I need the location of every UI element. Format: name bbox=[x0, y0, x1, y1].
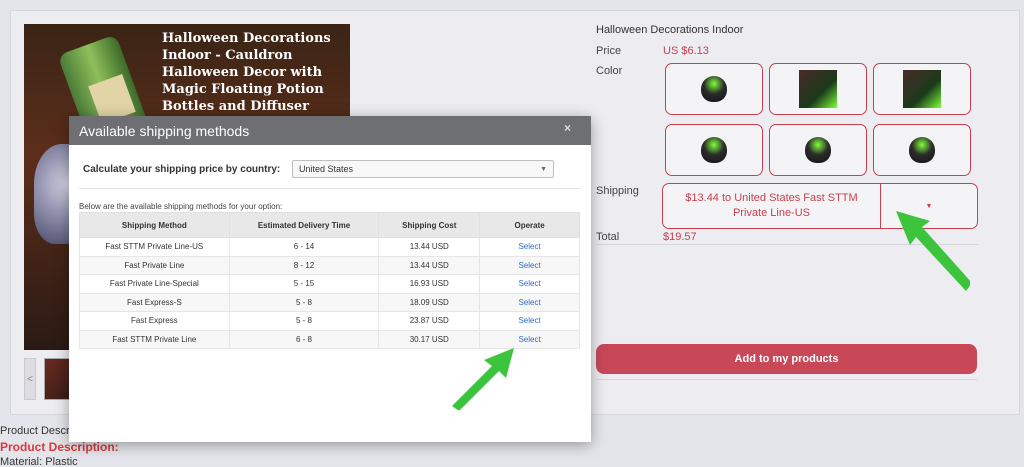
color-option-5[interactable] bbox=[769, 124, 867, 176]
annotation-arrow-icon bbox=[896, 211, 970, 291]
cost-cell: 23.87 USD bbox=[378, 311, 481, 331]
table-header-row: Shipping Method Estimated Delivery Time … bbox=[79, 212, 580, 238]
method-cell: Fast Private Line-Special bbox=[79, 274, 230, 294]
method-cell: Fast STTM Private Line bbox=[79, 329, 230, 349]
select-link[interactable]: Select bbox=[518, 316, 540, 325]
shipping-methods-table: Shipping Method Estimated Delivery Time … bbox=[79, 212, 580, 349]
cauldron-thumbnail bbox=[799, 70, 837, 108]
shipping-label: Shipping bbox=[596, 185, 639, 197]
color-option-1[interactable] bbox=[665, 63, 763, 115]
column-header: Shipping Method bbox=[79, 212, 230, 238]
column-header: Operate bbox=[479, 212, 580, 238]
color-option-3[interactable] bbox=[873, 63, 971, 115]
total-label: Total bbox=[596, 231, 620, 243]
cost-cell: 16.93 USD bbox=[378, 274, 481, 294]
cost-cell: 13.44 USD bbox=[378, 255, 481, 275]
method-cell: Fast Private Line bbox=[79, 255, 230, 275]
material-text: Material: Plastic bbox=[0, 456, 78, 467]
close-icon[interactable]: × bbox=[564, 121, 571, 135]
select-link[interactable]: Select bbox=[518, 298, 540, 307]
color-option-2[interactable] bbox=[769, 63, 867, 115]
delivery-time-cell: 5 - 8 bbox=[228, 292, 380, 312]
modal-header: Available shipping methods × bbox=[69, 116, 591, 145]
shipping-intro-text: Below are the available shipping methods… bbox=[79, 202, 283, 211]
cauldron-thumbnail bbox=[903, 70, 941, 108]
table-row: Fast STTM Private Line-US 6 - 14 13.44 U… bbox=[79, 237, 580, 257]
cauldron-thumbnail bbox=[701, 76, 727, 102]
color-option-6[interactable] bbox=[873, 124, 971, 176]
delivery-time-cell: 6 - 14 bbox=[228, 237, 380, 257]
color-label: Color bbox=[596, 65, 623, 77]
color-option-4[interactable] bbox=[665, 124, 763, 176]
image-title-overlay: Halloween Decorations Indoor - Cauldron … bbox=[162, 31, 331, 114]
product-description-heading: Product Description: bbox=[0, 440, 119, 454]
cauldron-thumbnail bbox=[805, 137, 831, 163]
method-cell: Fast Express bbox=[79, 311, 230, 331]
method-cell: Fast Express-S bbox=[79, 292, 230, 312]
delivery-time-cell: 5 - 15 bbox=[228, 274, 380, 294]
delivery-time-cell: 8 - 12 bbox=[228, 255, 380, 275]
country-row: Calculate your shipping price by country… bbox=[83, 160, 554, 178]
method-cell: Fast STTM Private Line-US bbox=[79, 237, 230, 257]
price-label: Price bbox=[596, 45, 622, 57]
table-row: Fast Express 5 - 8 23.87 USD Select bbox=[79, 311, 580, 331]
divider bbox=[79, 188, 581, 189]
product-title: Halloween Decorations Indoor bbox=[596, 24, 744, 36]
add-to-products-button[interactable]: Add to my products bbox=[596, 344, 977, 374]
table-row: Fast Private Line 8 - 12 13.44 USD Selec… bbox=[79, 255, 580, 275]
total-value: $19.57 bbox=[663, 231, 697, 243]
column-header: Shipping Cost bbox=[378, 212, 481, 238]
country-select[interactable]: United States ▼ bbox=[292, 160, 554, 178]
country-label: Calculate your shipping price by country… bbox=[83, 163, 281, 175]
product-description-label: Product Descri bbox=[0, 425, 73, 437]
delivery-time-cell: 5 - 8 bbox=[228, 311, 380, 331]
shipping-selected-value: $13.44 to United States Fast STTM Privat… bbox=[663, 184, 881, 228]
country-value: United States bbox=[299, 164, 354, 174]
modal-title: Available shipping methods bbox=[79, 122, 250, 139]
divider bbox=[596, 379, 977, 380]
cost-cell: 13.44 USD bbox=[378, 237, 481, 257]
select-link[interactable]: Select bbox=[518, 279, 540, 288]
chevron-down-icon: ▼ bbox=[540, 165, 547, 173]
price-value: US $6.13 bbox=[663, 45, 709, 57]
select-link[interactable]: Select bbox=[518, 335, 540, 344]
cauldron-thumbnail bbox=[909, 137, 935, 163]
cauldron-thumbnail bbox=[701, 137, 727, 163]
delivery-time-cell: 6 - 8 bbox=[228, 329, 380, 349]
cost-cell: 18.09 USD bbox=[378, 292, 481, 312]
table-row: Fast Private Line-Special 5 - 15 16.93 U… bbox=[79, 274, 580, 294]
select-link[interactable]: Select bbox=[518, 261, 540, 270]
select-link[interactable]: Select bbox=[518, 242, 540, 251]
table-row: Fast Express-S 5 - 8 18.09 USD Select bbox=[79, 292, 580, 312]
column-header: Estimated Delivery Time bbox=[228, 212, 380, 238]
annotation-arrow-icon bbox=[452, 348, 514, 410]
thumbnail-prev-button[interactable]: < bbox=[24, 358, 36, 400]
